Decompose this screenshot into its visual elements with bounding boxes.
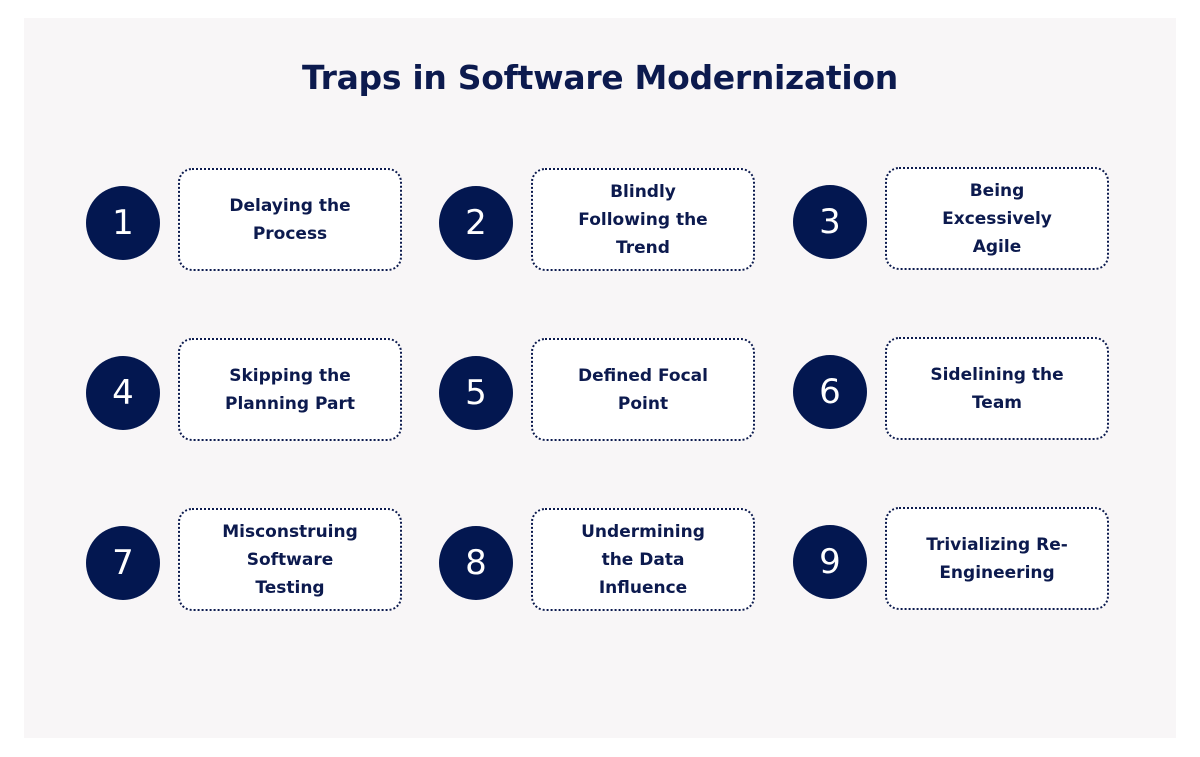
- trap-card: Being Excessively Agile: [885, 167, 1109, 270]
- trap-item-2: 2 Blindly Following the Trend: [439, 168, 769, 278]
- number-badge: 2: [439, 186, 513, 260]
- trap-card: Misconstruing Software Testing: [178, 508, 402, 611]
- trap-label: Blindly Following the Trend: [578, 181, 708, 258]
- trap-card: Trivializing Re-Engineering: [885, 507, 1109, 610]
- trap-item-8: 8 Undermining the Data Influence: [439, 508, 769, 618]
- number-badge: 9: [793, 525, 867, 599]
- trap-item-1: 1 Delaying the Process: [86, 168, 416, 278]
- trap-item-3: 3 Being Excessively Agile: [793, 167, 1123, 277]
- trap-label: Delaying the Process: [229, 195, 351, 244]
- number-badge: 1: [86, 186, 160, 260]
- number-badge: 7: [86, 526, 160, 600]
- trap-item-7: 7 Misconstruing Software Testing: [86, 508, 416, 618]
- trap-card: Sidelining the Team: [885, 337, 1109, 440]
- trap-card: Undermining the Data Influence: [531, 508, 755, 611]
- number-badge: 8: [439, 526, 513, 600]
- trap-label: Defined Focal Point: [578, 365, 708, 414]
- number-badge: 3: [793, 185, 867, 259]
- trap-card: Delaying the Process: [178, 168, 402, 271]
- trap-label: Trivializing Re-Engineering: [926, 534, 1068, 583]
- number-badge: 5: [439, 356, 513, 430]
- trap-label: Sidelining the Team: [930, 364, 1064, 413]
- trap-item-5: 5 Defined Focal Point: [439, 338, 769, 448]
- trap-label: Being Excessively Agile: [942, 180, 1052, 257]
- trap-card: Defined Focal Point: [531, 338, 755, 441]
- page-title: Traps in Software Modernization: [302, 58, 898, 97]
- trap-card: Skipping the Planning Part: [178, 338, 402, 441]
- number-badge: 4: [86, 356, 160, 430]
- trap-label: Undermining the Data Influence: [581, 521, 705, 598]
- trap-card: Blindly Following the Trend: [531, 168, 755, 271]
- trap-label: Misconstruing Software Testing: [222, 521, 358, 598]
- trap-item-4: 4 Skipping the Planning Part: [86, 338, 416, 448]
- number-badge: 6: [793, 355, 867, 429]
- trap-item-9: 9 Trivializing Re-Engineering: [793, 507, 1123, 617]
- trap-item-6: 6 Sidelining the Team: [793, 337, 1123, 447]
- trap-label: Skipping the Planning Part: [225, 365, 355, 414]
